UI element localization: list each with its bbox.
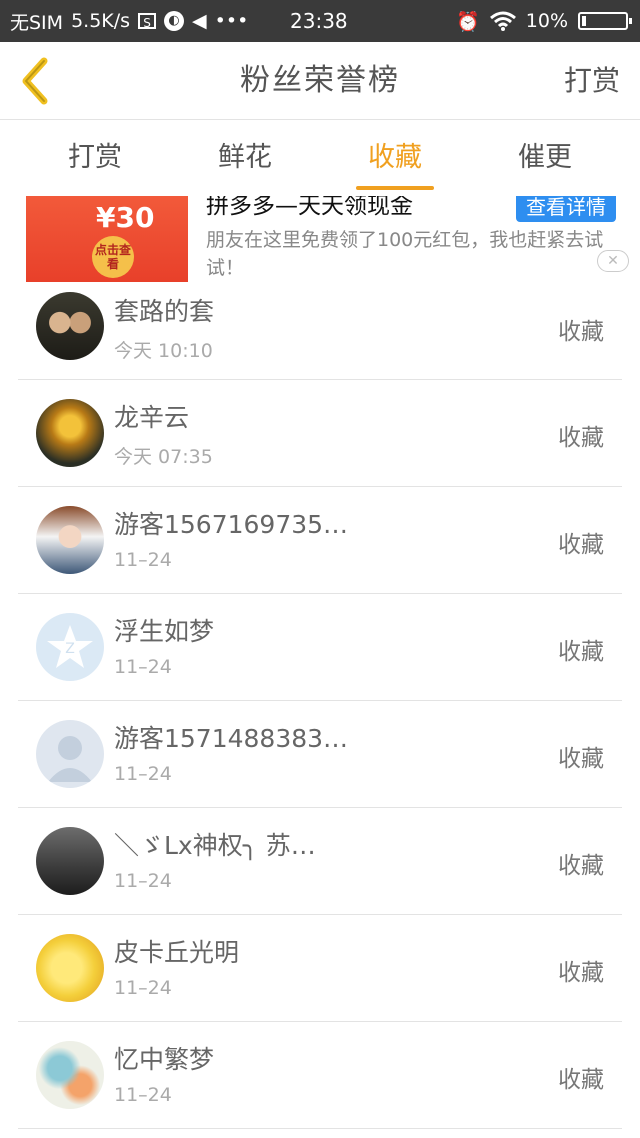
reward-button[interactable]: 打赏: [564, 42, 620, 120]
battery-icon: [578, 12, 632, 30]
timestamp: 11–24: [114, 870, 172, 892]
tab-favorites[interactable]: 收藏: [356, 120, 434, 196]
action-label: 收藏: [558, 425, 604, 451]
list-item[interactable]: 忆中繁梦 11–24 收藏: [18, 1022, 622, 1129]
ad-close-icon[interactable]: ✕: [597, 250, 629, 272]
tab-urge-update[interactable]: 催更: [506, 120, 584, 196]
action-label: 收藏: [558, 532, 604, 558]
list-item[interactable]: 游客1571488383… 11–24 收藏: [18, 701, 622, 808]
star-placeholder-icon: Z: [47, 625, 93, 668]
status-right: ⏰ 10%: [456, 0, 632, 42]
user-name: 游客1571488383…: [114, 724, 349, 753]
avatar[interactable]: [36, 292, 104, 360]
tab-label: 鲜花: [218, 142, 272, 173]
clock: 23:38: [290, 9, 348, 33]
timestamp: 11–24: [114, 549, 172, 571]
user-name: 忆中繁梦: [114, 1045, 215, 1074]
list-item[interactable]: 套路的套 今天 10:10 收藏: [18, 274, 622, 380]
ad-image[interactable]: ¥30 点击查看: [26, 196, 188, 282]
page-title: 粉丝荣誉榜: [240, 63, 400, 98]
action-label: 收藏: [558, 319, 604, 345]
status-left: 无SIM 5.5K/s S ◐ ◀︎ •••: [10, 8, 248, 35]
action-label: 收藏: [558, 746, 604, 772]
ad-banner[interactable]: ¥30 点击查看 拼多多—天天领现金 查看详情 朋友在这里免费领了100元红包，…: [0, 196, 640, 282]
user-name: 游客1567169735…: [114, 510, 349, 539]
avatar[interactable]: [36, 399, 104, 467]
back-arrow-icon: [22, 57, 48, 105]
avatar[interactable]: [36, 506, 104, 574]
tab-reward[interactable]: 打赏: [56, 120, 134, 196]
tab-label: 催更: [518, 142, 572, 173]
user-name: 套路的套: [114, 297, 215, 326]
list-item[interactable]: ＼ゞLx神权╮ 苏… 11–24 收藏: [18, 808, 622, 915]
timestamp: 今天 10:10: [114, 340, 213, 362]
ad-detail-button[interactable]: 查看详情: [516, 196, 616, 222]
user-name: 浮生如梦: [114, 617, 215, 646]
app-header: 粉丝荣誉榜 打赏: [0, 42, 640, 120]
battery-percent: 10%: [525, 10, 568, 32]
timestamp: 11–24: [114, 1084, 172, 1106]
list-item[interactable]: 龙辛云 今天 07:35 收藏: [18, 380, 622, 487]
avatar[interactable]: [36, 720, 104, 788]
more-dots-icon: •••: [214, 10, 249, 32]
ad-title[interactable]: 拼多多—天天领现金: [206, 196, 413, 220]
svg-text:Z: Z: [65, 641, 75, 657]
timestamp: 11–24: [114, 656, 172, 678]
timestamp: 11–24: [114, 977, 172, 999]
alarm-icon: ⏰: [456, 10, 480, 33]
tab-bar: 打赏 鲜花 收藏 催更: [0, 120, 640, 196]
battery-fill: [582, 16, 586, 26]
user-name: ＼ゞLx神权╮ 苏…: [114, 831, 316, 860]
list-item[interactable]: 皮卡丘光明 11–24 收藏: [18, 915, 622, 1022]
timestamp: 11–24: [114, 763, 172, 785]
tab-label: 打赏: [68, 142, 122, 173]
status-bar: 无SIM 5.5K/s S ◐ ◀︎ ••• 23:38 ⏰ 10%: [0, 0, 640, 42]
action-label: 收藏: [558, 1067, 604, 1093]
back-button[interactable]: [10, 52, 60, 110]
tab-flowers[interactable]: 鲜花: [206, 120, 284, 196]
list-item[interactable]: Z 浮生如梦 11–24 收藏: [18, 594, 622, 701]
action-label: 收藏: [558, 853, 604, 879]
action-label: 收藏: [558, 960, 604, 986]
avatar[interactable]: [36, 934, 104, 1002]
favorites-list: 套路的套 今天 10:10 收藏 龙辛云 今天 07:35 收藏 游客15671…: [0, 274, 640, 1129]
default-user-icon: [48, 736, 92, 782]
user-name: 皮卡丘光明: [114, 938, 240, 967]
timestamp: 今天 07:35: [114, 446, 213, 468]
user-name: 龙辛云: [114, 403, 190, 432]
ad-amount: ¥30: [96, 201, 155, 234]
vibrate-icon: ◀︎: [192, 10, 207, 32]
list-item[interactable]: 游客1567169735… 11–24 收藏: [18, 487, 622, 594]
carrier-label: 无SIM: [10, 11, 64, 34]
avatar[interactable]: Z: [36, 613, 104, 681]
screenshot-icon: S: [138, 13, 157, 30]
action-label: 收藏: [558, 639, 604, 665]
tab-label: 收藏: [368, 142, 422, 173]
avatar[interactable]: [36, 827, 104, 895]
app-notification-icon: ◐: [164, 11, 185, 31]
ad-sticker: 点击查看: [92, 236, 134, 278]
tab-active-indicator: [356, 186, 434, 190]
avatar[interactable]: [36, 1041, 104, 1109]
wifi-icon: [489, 11, 516, 31]
net-speed-label: 5.5K/s: [71, 10, 131, 32]
